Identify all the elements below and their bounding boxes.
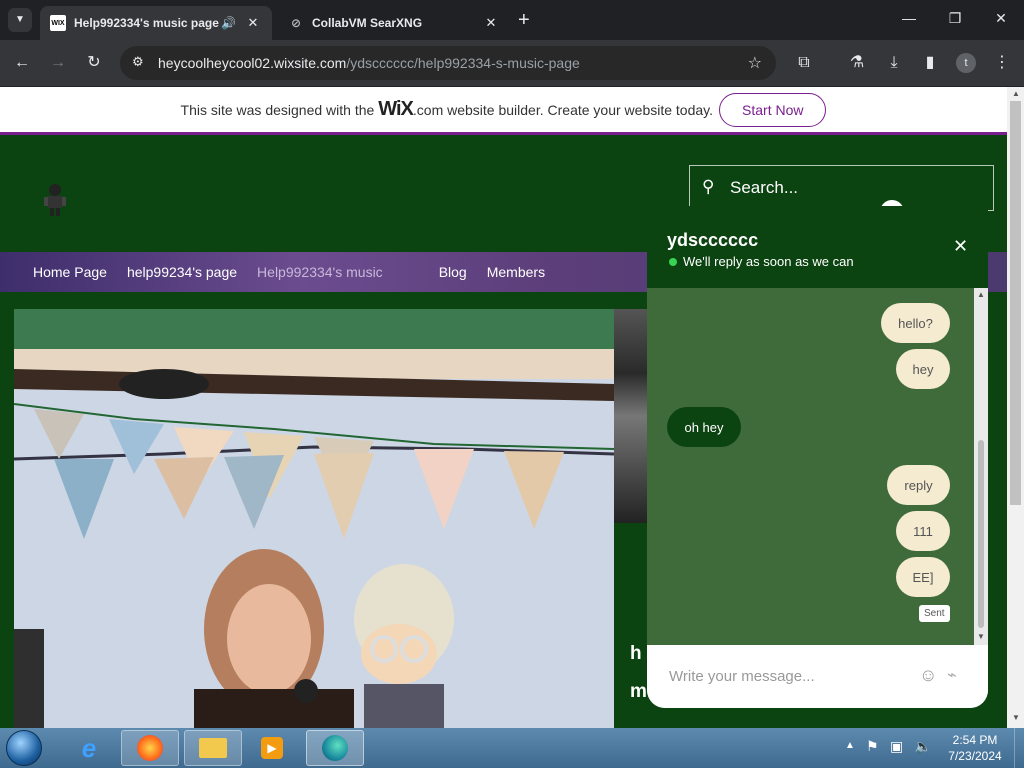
wix-favicon-icon: WIX	[50, 15, 66, 31]
nav-home[interactable]: Home Page	[33, 264, 107, 280]
edge-icon[interactable]	[306, 730, 364, 766]
back-icon[interactable]: ←	[10, 52, 34, 74]
tab-search-icon[interactable]: ▼	[8, 8, 32, 32]
speaker-icon[interactable]: 🔊	[221, 16, 236, 30]
clock-time: 2:54 PM	[952, 733, 998, 747]
ie-icon[interactable]: e	[60, 730, 118, 766]
tab-title: Help992334's music page |	[74, 16, 222, 30]
clock[interactable]: 2:54 PM 7/23/2024	[940, 732, 1010, 764]
close-tab-icon[interactable]: ✕	[244, 15, 262, 31]
profile-avatar[interactable]: t	[956, 53, 976, 73]
extensions-icon[interactable]: ⧉	[792, 52, 816, 74]
message-bubble: oh hey	[667, 407, 741, 447]
site-search-input[interactable]: ⚲ Search...	[689, 165, 994, 212]
minimize-icon[interactable]: —	[895, 10, 923, 26]
taskbar: e ▶ ▲ ⚑ ▣ 🔈 2:54 PM 7/23/2024	[0, 728, 1024, 768]
message-bubble: hey	[896, 349, 950, 389]
page-scroll-up-icon[interactable]: ▲	[1012, 89, 1020, 98]
close-chat-icon[interactable]: ✕	[953, 236, 968, 257]
show-desktop-button[interactable]	[1014, 728, 1024, 768]
wix-promo-banner: This site was designed with the WiX .com …	[0, 87, 1007, 135]
restore-icon[interactable]: ❐	[941, 10, 969, 27]
network-icon[interactable]: ▣	[890, 738, 903, 755]
nav-music-page[interactable]: Help992334's music	[257, 264, 383, 280]
tab-strip: ▼ WIX Help992334's music page | 🔊 ✕ ⊘ Co…	[0, 0, 1024, 40]
searxng-favicon-icon: ⊘	[290, 16, 302, 30]
tab-music-page[interactable]: WIX Help992334's music page | 🔊 ✕	[40, 6, 272, 40]
banner-text-after: .com website builder. Create your websit…	[412, 101, 714, 118]
chat-name: ydscccccc	[667, 230, 759, 250]
search-icon: ⚲	[702, 177, 715, 196]
page-scroll-thumb[interactable]	[1010, 101, 1021, 505]
hero-photo	[14, 309, 614, 728]
nav-members[interactable]: Members	[487, 264, 545, 280]
window-close-icon[interactable]: ✕	[987, 10, 1015, 27]
start-now-button[interactable]: Start Now	[719, 92, 827, 127]
bookmark-star-icon[interactable]: ☆	[748, 53, 762, 73]
start-button-icon[interactable]	[6, 730, 42, 766]
menu-dots-icon[interactable]: ⋮	[990, 52, 1014, 74]
message-bubble: 111	[896, 511, 950, 551]
nav-blog[interactable]: Blog	[439, 264, 467, 280]
clock-date: 7/23/2024	[948, 749, 1002, 763]
new-tab-button[interactable]: +	[518, 9, 530, 32]
chat-header: ydscccccc We'll reply as soon as we can …	[647, 206, 988, 288]
message-list[interactable]: hello? hey oh hey reply 111 EE] Sent	[647, 288, 974, 645]
side-heading-1: h	[630, 643, 642, 664]
show-hidden-icons[interactable]: ▲	[845, 740, 855, 751]
url-path: /ydscccccc/help992334-s-music-page	[346, 55, 580, 71]
scroll-down-arrow-icon[interactable]: ▼	[977, 632, 985, 641]
scroll-up-arrow-icon[interactable]: ▲	[977, 290, 985, 299]
attachment-icon[interactable]: ⌁	[947, 665, 957, 685]
scroll-thumb[interactable]	[978, 440, 984, 628]
nav-help-page[interactable]: help99234's page	[127, 264, 237, 280]
reload-icon[interactable]: ↻	[82, 52, 106, 74]
side-heading-2: m	[630, 681, 647, 702]
sent-label: Sent	[919, 605, 950, 622]
site-logo[interactable]	[42, 183, 68, 217]
site-info-icon[interactable]: ⚙	[132, 54, 144, 70]
message-placeholder: Write your message...	[669, 668, 815, 685]
tab-searxng[interactable]: ⊘ CollabVM SearXNG ✕	[278, 6, 510, 40]
wix-logo: WiX	[378, 98, 414, 120]
message-bubble: hello?	[881, 303, 950, 343]
online-status-dot-icon	[669, 258, 677, 266]
flag-icon[interactable]: ⚑	[866, 738, 879, 755]
close-tab-icon[interactable]: ✕	[482, 15, 500, 31]
volume-icon[interactable]: 🔈	[914, 738, 931, 755]
emoji-icon[interactable]: ☺	[919, 665, 937, 686]
explorer-folder-icon[interactable]	[184, 730, 242, 766]
download-icon[interactable]: ⤓	[882, 52, 906, 74]
page-scrollbar[interactable]: ▲ ▼	[1007, 87, 1024, 728]
sidebar-icon[interactable]: ▮	[918, 52, 942, 74]
message-input[interactable]: Write your message... ☺ ⌁	[647, 645, 988, 708]
url-host: heycoolheycool02.wixsite.com	[158, 55, 347, 71]
message-bubble: EE]	[896, 557, 950, 597]
labs-flask-icon[interactable]: ⚗	[845, 52, 869, 74]
forward-icon[interactable]: →	[46, 52, 70, 74]
gallery-strip	[614, 309, 648, 523]
address-bar[interactable]: ⚙ heycoolheycool02.wixsite.com/ydscccccc…	[120, 46, 776, 80]
page-scroll-down-icon[interactable]: ▼	[1012, 713, 1020, 722]
chat-status: We'll reply as soon as we can	[683, 254, 854, 269]
search-placeholder: Search...	[730, 178, 799, 197]
media-player-icon[interactable]: ▶	[243, 730, 301, 766]
chat-scrollbar[interactable]: ▲ ▼	[974, 288, 988, 645]
chat-widget: ydscccccc We'll reply as soon as we can …	[647, 206, 988, 708]
browser-toolbar: ← → ↻ ⚙ heycoolheycool02.wixsite.com/yds…	[0, 40, 1024, 86]
firefox-icon[interactable]	[121, 730, 179, 766]
tab-title: CollabVM SearXNG	[312, 16, 423, 30]
message-bubble: reply	[887, 465, 950, 505]
banner-text: This site was designed with the	[180, 101, 375, 118]
